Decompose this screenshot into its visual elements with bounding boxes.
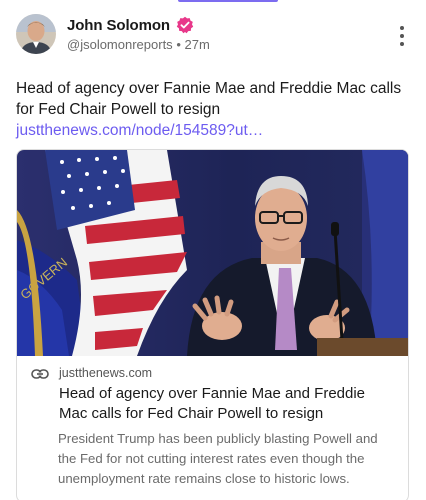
post-text-content: Head of agency over Fannie Mae and Fredd… [16,80,402,118]
meta-separator: • [176,37,181,52]
card-image: GOVERN [17,150,408,356]
link-preview-card[interactable]: GOVERN justthenews.com Head of agency ov… [16,149,409,500]
post-link[interactable]: justthenews.com/node/154589?ut… [16,122,263,139]
link-icon [31,369,49,379]
menu-dot [400,34,404,38]
avatar[interactable] [16,14,56,54]
post-header: John Solomon @jsolomonreports • 27m [16,12,410,56]
card-title[interactable]: Head of agency over Fannie Mae and Fredd… [59,384,396,424]
name-row: John Solomon [67,16,210,34]
card-info: justthenews.com Head of agency over Fann… [17,356,408,489]
menu-dot [400,26,404,30]
card-domain: justthenews.com [59,366,153,380]
author-handle[interactable]: @jsolomonreports [67,37,173,52]
top-accent-bar [178,0,278,2]
menu-dot [400,42,404,46]
more-options-icon[interactable] [394,26,410,46]
card-description: President Trump has been publicly blasti… [58,431,378,486]
post-text: Head of agency over Fannie Mae and Fredd… [16,78,408,141]
post-time[interactable]: 27m [185,37,210,52]
author-block: John Solomon @jsolomonreports • 27m [67,16,210,53]
post-meta: @jsolomonreports • 27m [67,37,210,52]
author-name[interactable]: John Solomon [67,17,170,34]
post: John Solomon @jsolomonreports • 27m Head… [16,12,410,500]
verified-badge-icon [176,16,194,34]
